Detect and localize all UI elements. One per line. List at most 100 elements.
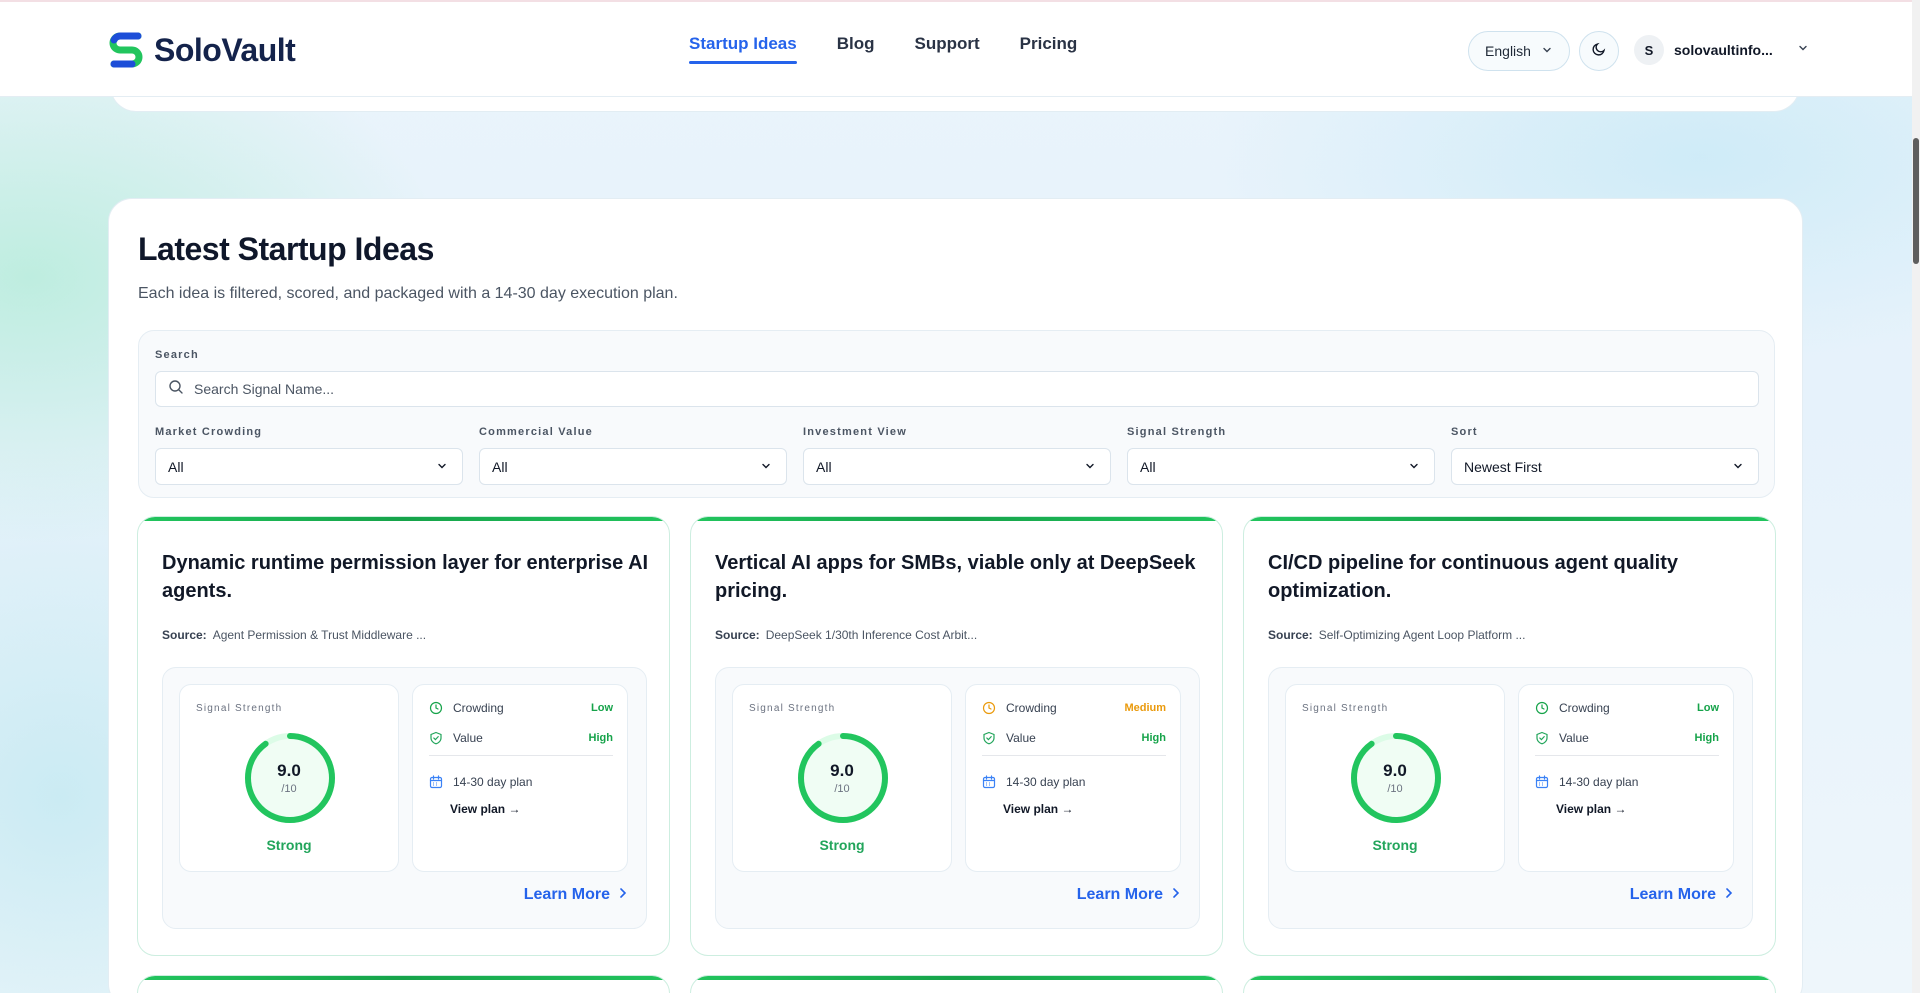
view-plan-link[interactable]: View plan → [1556, 802, 1626, 816]
signal-strength-box: Signal Strength 9.0 /10 Strong [1285, 684, 1505, 872]
language-label: English [1485, 43, 1531, 59]
chevron-right-icon [1724, 886, 1734, 904]
nav-support[interactable]: Support [914, 34, 979, 64]
idea-title[interactable]: Dynamic runtime permission layer for ent… [162, 549, 652, 605]
value-rating: High [588, 732, 613, 744]
plan-label: 14-30 day plan [1559, 775, 1639, 789]
chevron-down-icon [1541, 43, 1553, 59]
chevron-right-icon [1171, 886, 1181, 904]
learn-more-label: Learn More [1629, 886, 1716, 903]
idea-card-next[interactable] [137, 975, 670, 993]
filter-label-investment-view: Investment View [803, 426, 907, 438]
select-value: All [1140, 458, 1156, 475]
brand-logo[interactable]: SoloVault [108, 30, 296, 70]
shield-check-icon [1535, 731, 1549, 745]
crowding-row: Crowding Medium [982, 701, 1166, 715]
metrics-box: Crowding Medium Value High 14-30 day pla… [965, 684, 1181, 872]
clock-icon [429, 701, 443, 715]
value-rating: High [1694, 732, 1719, 744]
crowding-label: Crowding [1006, 701, 1057, 715]
divider [1535, 755, 1719, 756]
strength-label: Strong [1372, 837, 1418, 853]
learn-more-link[interactable]: Learn More [1077, 886, 1181, 904]
main-nav: Startup Ideas Blog Support Pricing [689, 34, 1077, 64]
user-name: solovaultinfo... [1674, 42, 1773, 58]
idea-card-next[interactable] [690, 975, 1223, 993]
search-box[interactable] [155, 371, 1759, 407]
filter-label-sort: Sort [1451, 426, 1478, 438]
filter-label-market-crowding: Market Crowding [155, 426, 263, 438]
chevron-down-icon [1408, 459, 1420, 475]
idea-card[interactable]: CI/CD pipeline for continuous agent qual… [1243, 516, 1776, 956]
crowding-value: Low [591, 702, 613, 714]
chevron-down-icon [436, 459, 448, 475]
select-value: All [492, 458, 508, 475]
source-label: Source: [162, 628, 207, 642]
crowding-value: Low [1697, 702, 1719, 714]
idea-details: Signal Strength 9.0 /10 Strong Crowding … [1268, 667, 1753, 929]
value-row: Value High [1535, 731, 1719, 745]
select-value: All [168, 458, 184, 475]
theme-toggle-button[interactable] [1579, 31, 1619, 71]
metrics-box: Crowding Low Value High 14-30 day plan V… [412, 684, 628, 872]
scrollbar-thumb[interactable] [1913, 138, 1919, 264]
value-label: Value [1006, 731, 1036, 745]
divider [982, 755, 1166, 756]
view-plan-link[interactable]: View plan → [1003, 802, 1073, 816]
score-value: 9.0 [830, 761, 854, 780]
page-title: Latest Startup Ideas [138, 231, 434, 267]
commercial-value-select[interactable]: All [479, 448, 787, 485]
value-rating: High [1141, 732, 1166, 744]
idea-details: Signal Strength 9.0 /10 Strong Crowding … [715, 667, 1200, 929]
nav-startup-ideas[interactable]: Startup Ideas [689, 34, 797, 64]
strength-label: Strong [819, 837, 865, 853]
language-selector[interactable]: English [1468, 31, 1570, 71]
score-value: 9.0 [1383, 761, 1407, 780]
learn-more-label: Learn More [1076, 886, 1163, 903]
idea-source: Source: Agent Permission & Trust Middlewa… [162, 628, 426, 642]
idea-card[interactable]: Vertical AI apps for SMBs, viable only a… [690, 516, 1223, 956]
page-subtitle: Each idea is filtered, scored, and packa… [138, 285, 678, 302]
user-menu[interactable]: S solovaultinfo... [1634, 35, 1809, 65]
signal-strength-box: Signal Strength 9.0 /10 Strong [179, 684, 399, 872]
source-text: Agent Permission & Trust Middleware ... [212, 628, 427, 642]
learn-more-link[interactable]: Learn More [1630, 886, 1734, 904]
nav-pricing[interactable]: Pricing [1020, 34, 1078, 64]
filter-panel: Search Market Crowding Commercial Value … [138, 330, 1775, 498]
source-text: DeepSeek 1/30th Inference Cost Arbit... [765, 628, 978, 642]
page-scrollbar[interactable] [1912, 0, 1920, 993]
search-input[interactable] [194, 381, 1758, 397]
sort-select[interactable]: Newest First [1451, 448, 1759, 485]
idea-title[interactable]: Vertical AI apps for SMBs, viable only a… [715, 549, 1205, 605]
crowding-row: Crowding Low [1535, 701, 1719, 715]
crowding-label: Crowding [1559, 701, 1610, 715]
shield-check-icon [429, 731, 443, 745]
plan-row: 14-30 day plan [1535, 775, 1719, 789]
signal-strength-box: Signal Strength 9.0 /10 Strong [732, 684, 952, 872]
idea-card-next[interactable] [1243, 975, 1776, 993]
idea-title[interactable]: CI/CD pipeline for continuous agent qual… [1268, 549, 1758, 605]
crowding-value: Medium [1124, 702, 1166, 714]
search-icon [168, 379, 184, 400]
signal-strength-label: Signal Strength [196, 703, 283, 714]
market-crowding-select[interactable]: All [155, 448, 463, 485]
nav-blog[interactable]: Blog [837, 34, 875, 64]
idea-source: Source: Self-Optimizing Agent Loop Platfo… [1268, 628, 1525, 642]
source-label: Source: [715, 628, 760, 642]
metrics-box: Crowding Low Value High 14-30 day plan V… [1518, 684, 1734, 872]
view-plan-link[interactable]: View plan → [450, 802, 520, 816]
value-label: Value [1559, 731, 1589, 745]
idea-card[interactable]: Dynamic runtime permission layer for ent… [137, 516, 670, 956]
score-max: /10 [834, 783, 850, 795]
value-row: Value High [982, 731, 1166, 745]
score-max: /10 [1387, 783, 1403, 795]
calendar-icon [429, 775, 443, 789]
signal-strength-select[interactable]: All [1127, 448, 1435, 485]
clock-icon [982, 701, 996, 715]
learn-more-link[interactable]: Learn More [524, 886, 628, 904]
chevron-down-icon [1732, 459, 1744, 475]
clock-icon [1535, 701, 1549, 715]
value-label: Value [453, 731, 483, 745]
investment-view-select[interactable]: All [803, 448, 1111, 485]
divider [429, 755, 613, 756]
